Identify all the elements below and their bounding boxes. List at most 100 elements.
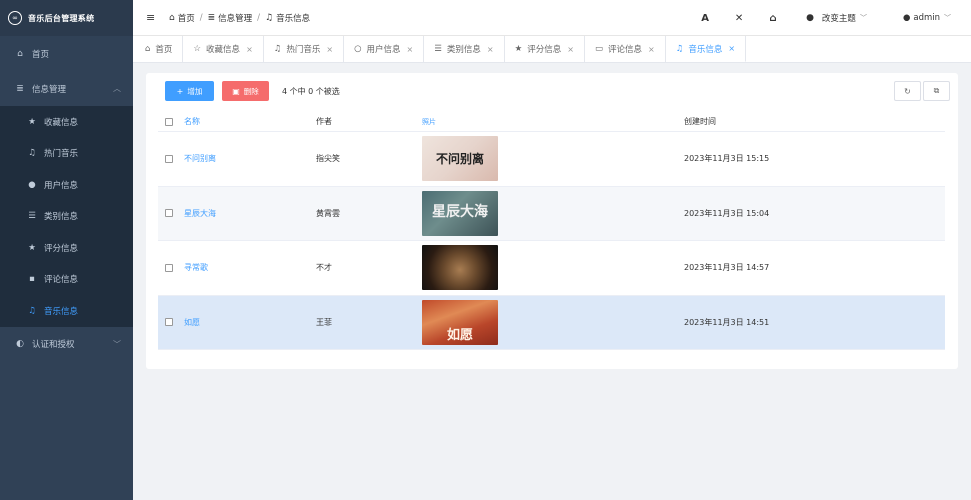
table-row[interactable]: 如愿 王菲 如愿 2023年11月3日 14:51 [158,295,945,350]
song-name-link[interactable]: 寻常歌 [184,262,316,273]
close-icon[interactable]: × [407,45,414,54]
delete-button[interactable]: ▣ 删除 [222,81,269,101]
sidebar-item-ratings[interactable]: ★ 评分信息 [0,232,133,264]
menu-toggle-icon[interactable]: ≡ [146,11,156,24]
close-icon[interactable]: × [728,44,735,53]
database-icon: ≣ [16,83,24,94]
star-outline-icon: ☆ [193,44,202,54]
select-all-checkbox[interactable] [165,117,173,126]
created-time: 2023年11月3日 14:51 [684,317,770,327]
export-icon: ⧉ [933,86,940,95]
tab-music-info[interactable]: ♫ 音乐信息 × [665,36,747,62]
breadcrumb-home[interactable]: 首页 [178,12,195,24]
tab-favorites[interactable]: ☆ 收藏信息 × [183,36,264,62]
tab-label: 用户信息 [366,45,401,55]
table-toolbar: + 增加 ▣ 删除 4 个中 0 个被选 [165,81,340,101]
tab-ratings[interactable]: ★ 评分信息 × [505,36,585,62]
sidebar: ∞ 音乐后台管理系统 ⌂ 首页 ≣ 信息管理 ︿ ★ 收藏信息 ♫ 热门音乐 ●… [0,0,133,500]
close-icon[interactable]: × [326,45,333,54]
home-icon[interactable]: ⌂ [756,13,790,24]
sidebar-item-auth[interactable]: ◐ 认证和授权 ﹀ [0,327,133,362]
column-header-created[interactable]: 创建时间 [684,116,716,127]
star-icon: ★ [514,44,523,54]
song-name-link[interactable]: 不问别离 [184,153,316,164]
home-icon: ⌂ [169,12,175,23]
header-actions: A ✕ ⌂ ● 改变主题 ﹀ ● admin ﹀ [688,0,971,36]
add-button[interactable]: + 增加 [165,81,214,101]
table-row[interactable]: 不问别离 指尖笑 不问别离 2023年11月3日 15:15 [158,132,945,187]
user-dropdown[interactable]: ● admin ﹀ [903,13,951,23]
sidebar-item-label: 评论信息 [44,275,79,286]
close-icon[interactable]: × [648,45,655,54]
cover-title: 不问别离 [435,152,484,167]
plus-icon: + [176,86,184,96]
comments-icon: ▭ [594,44,603,54]
fullscreen-icon[interactable]: ✕ [722,13,756,24]
star-icon: ★ [28,116,36,127]
cover-title: 星辰大海 [432,203,488,220]
list-icon: ☰ [28,211,36,222]
chevron-up-icon: ︿ [113,84,121,93]
tab-label: 音乐信息 [688,44,723,55]
theme-dropdown[interactable]: ● 改变主题 ﹀ [806,12,867,24]
row-checkbox[interactable] [165,263,173,272]
sidebar-item-label: 用户信息 [44,180,79,191]
table-header: 名称 作者 照片 创建时间 [158,112,945,132]
refresh-button[interactable]: ↻ [894,81,921,101]
breadcrumb-info-management[interactable]: 信息管理 [218,12,252,24]
tab-categories[interactable]: ☰ 类别信息 × [424,36,505,62]
sidebar-item-label: 音乐信息 [44,306,79,317]
font-size-icon[interactable]: A [688,13,722,24]
sidebar-item-music-info[interactable]: ♫ 音乐信息 [0,295,133,327]
breadcrumb-separator: / [199,12,203,23]
row-checkbox[interactable] [165,318,173,327]
song-cover-image[interactable]: 不问别离 [422,136,498,182]
music-icon: ♫ [675,43,684,54]
column-header-author[interactable]: 作者 [316,116,422,127]
app-title: 音乐后台管理系统 [28,13,95,23]
music-table: 名称 作者 照片 创建时间 不问别离 指尖笑 不问别离 2023年11月3日 1… [158,112,945,350]
tab-comments[interactable]: ▭ 评论信息 × [585,36,666,62]
home-icon: ⌂ [17,48,23,59]
row-checkbox[interactable] [165,209,173,218]
close-icon[interactable]: × [567,45,574,54]
song-cover-image[interactable]: 如愿 [422,299,498,345]
delete-button-label: 删除 [243,86,259,96]
user-outline-icon: ○ [354,44,362,54]
table-row[interactable]: 星辰大海 黄霄雲 星辰大海 2023年11月3日 15:04 [158,186,945,241]
sidebar-item-hot-music[interactable]: ♫ 热门音乐 [0,138,133,170]
tab-label: 评论信息 [607,45,642,55]
tab-home[interactable]: ⌂ 首页 [135,36,184,62]
sidebar-item-home[interactable]: ⌂ 首页 [0,36,133,71]
song-author: 指尖笑 [316,154,340,164]
export-button[interactable]: ⧉ [923,81,950,101]
selection-info: 4 个中 0 个被选 [282,86,340,96]
sidebar-item-info-management[interactable]: ≣ 信息管理 ︿ [0,71,133,106]
tab-hot-music[interactable]: ♫ 热门音乐 × [264,36,345,62]
song-name-link[interactable]: 如愿 [184,317,316,328]
sidebar-item-users[interactable]: ● 用户信息 [0,169,133,201]
music-icon: ♫ [273,44,282,54]
sidebar-item-categories[interactable]: ☰ 类别信息 [0,201,133,233]
created-time: 2023年11月3日 14:57 [684,263,770,273]
song-cover-image[interactable] [422,245,498,291]
sidebar-item-favorites[interactable]: ★ 收藏信息 [0,106,133,138]
song-name-link[interactable]: 星辰大海 [184,208,316,219]
chevron-down-icon: ﹀ [113,339,121,349]
column-header-name[interactable]: 名称 [184,116,316,127]
tab-label: 收藏信息 [206,45,241,55]
tab-users[interactable]: ○ 用户信息 × [344,36,425,62]
star-icon: ★ [28,242,36,253]
user-icon: ● [902,13,911,23]
sidebar-item-comments[interactable]: ▪ 评论信息 [0,264,133,296]
logo[interactable]: ∞ 音乐后台管理系统 [0,0,133,36]
logo-icon: ∞ [8,11,22,25]
content-card: + 增加 ▣ 删除 4 个中 0 个被选 ↻ ⧉ 名称 作者 照片 创建时间 不… [146,73,958,369]
row-checkbox[interactable] [165,154,173,163]
song-cover-image[interactable]: 星辰大海 [422,190,498,236]
close-icon[interactable]: × [487,45,494,54]
table-row[interactable]: 寻常歌 不才 2023年11月3日 14:57 [158,241,945,296]
close-icon[interactable]: × [246,45,253,54]
cover-title: 如愿 [446,327,473,343]
sidebar-item-label: 信息管理 [32,84,67,95]
